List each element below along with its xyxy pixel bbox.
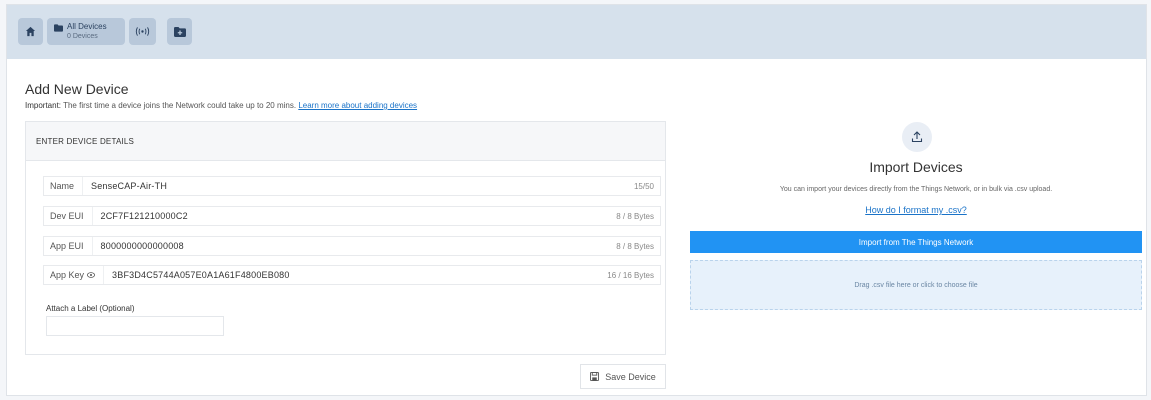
dropzone-text: Drag .csv file here or click to choose f… — [854, 281, 978, 289]
dev-eui-field[interactable]: Dev EUI 2CF7F121210000C2 8 / 8 Bytes — [43, 206, 661, 226]
folder-plus-icon — [173, 26, 186, 37]
field-label-wrap: App Key — [44, 266, 105, 284]
broadcast-icon — [135, 27, 150, 36]
save-label: Save Device — [605, 371, 656, 382]
eye-icon[interactable] — [87, 271, 96, 280]
field-label: Dev EUI — [44, 207, 93, 225]
notice-strong: Important: — [25, 101, 62, 110]
join-notice: Important: The first time a device joins… — [25, 101, 417, 110]
csv-dropzone[interactable]: Drag .csv file here or click to choose f… — [690, 260, 1142, 310]
field-value: 8000000000000008 — [100, 241, 184, 251]
import-description: You can import your devices directly fro… — [779, 186, 1053, 193]
label-input[interactable] — [46, 316, 224, 336]
device-details-card: ENTER DEVICE DETAILS Name SenseCAP-Air-T… — [25, 121, 666, 355]
network-signal-button[interactable] — [129, 18, 156, 45]
field-counter: 8 / 8 Bytes — [616, 211, 654, 221]
import-title: Import Devices — [869, 159, 963, 175]
learn-more-link[interactable]: Learn more about adding devices — [298, 101, 417, 110]
upload-icon — [911, 131, 923, 143]
field-counter: 16 / 16 Bytes — [607, 270, 654, 280]
field-label: App EUI — [44, 237, 93, 255]
home-icon — [25, 26, 36, 37]
field-counter: 15/50 — [633, 181, 654, 191]
field-label: Name — [44, 177, 84, 195]
import-ttn-button[interactable]: Import from The Things Network — [690, 231, 1142, 253]
all-devices-button[interactable]: All Devices 0 Devices — [47, 18, 125, 45]
top-toolbar: All Devices 0 Devices — [7, 5, 1146, 59]
app-key-field[interactable]: App Key 3BF3D4C5744A057E0A1A61F4800EB080… — [43, 265, 661, 285]
all-devices-count: 0 Devices — [67, 33, 98, 40]
add-folder-button[interactable] — [167, 18, 192, 45]
field-value: 2CF7F121210000C2 — [100, 211, 188, 221]
attach-label: Attach a Label (Optional) — [46, 304, 135, 313]
upload-badge — [902, 122, 932, 152]
folder-icon — [54, 24, 63, 32]
app-frame: All Devices 0 Devices Add New Device Imp… — [6, 4, 1147, 396]
app-eui-field[interactable]: App EUI 8000000000000008 8 / 8 Bytes — [43, 236, 661, 256]
page-title: Add New Device — [25, 81, 129, 97]
save-device-button[interactable]: Save Device — [580, 364, 666, 389]
home-button[interactable] — [18, 18, 43, 45]
csv-format-help-link[interactable]: How do I format my .csv? — [690, 205, 1142, 215]
card-header: ENTER DEVICE DETAILS — [26, 122, 665, 161]
field-label: App Key — [50, 270, 85, 280]
field-value: 3BF3D4C5744A057E0A1A61F4800EB080 — [112, 270, 290, 280]
save-icon — [590, 372, 600, 381]
all-devices-label: All Devices — [67, 22, 107, 31]
field-value: SenseCAP-Air-TH — [91, 181, 168, 191]
field-counter: 8 / 8 Bytes — [616, 241, 654, 251]
notice-text: The first time a device joins the Networ… — [61, 101, 299, 110]
name-field[interactable]: Name SenseCAP-Air-TH 15/50 — [43, 176, 661, 196]
